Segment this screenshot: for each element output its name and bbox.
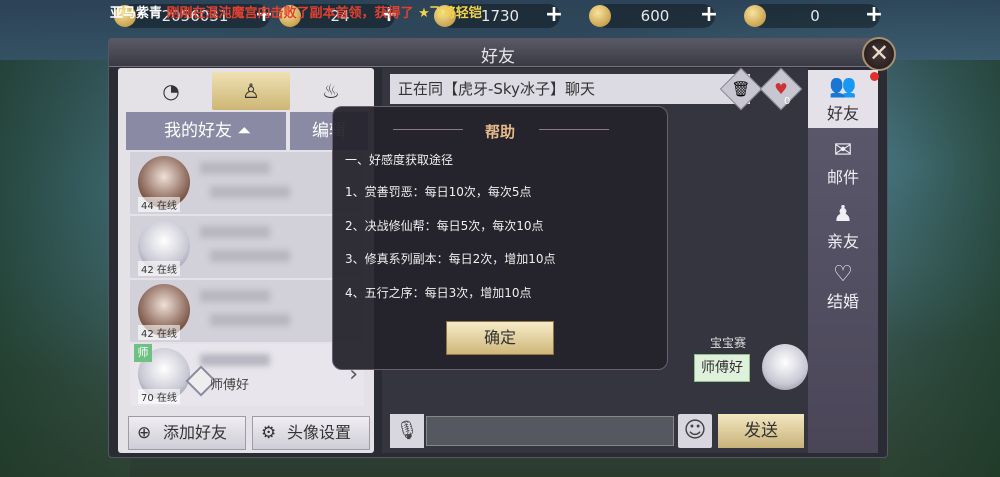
my-friends-dropdown[interactable]: 我的好友 ⏶	[126, 112, 286, 150]
chat-input[interactable]	[426, 416, 674, 446]
currency-4: 600 +	[589, 4, 718, 28]
gem-icon	[589, 5, 611, 27]
friend-level: 44 在线	[138, 197, 180, 212]
friend-signature	[210, 314, 290, 326]
friends-icon: 👥	[829, 74, 857, 99]
favor-button[interactable]: ♥	[759, 67, 803, 111]
list-item[interactable]: 44 在线	[130, 152, 364, 214]
left-actions: ⊕ 添加好友 ⚙ 头像设置	[128, 416, 370, 450]
help-line: 3、修真系列副本：每日2次，增加10点	[345, 252, 556, 266]
sidebar-item-relatives[interactable]: ♟ 亲友	[808, 198, 878, 256]
system-ticker: 亚马紫青 刚刚在混沌魔宫内击败了副本首领，获得了 ★飞将轻铠	[110, 6, 482, 21]
sidebar-item-marriage[interactable]: ♡ 结婚	[808, 258, 878, 316]
add-person-icon: ⊕	[137, 423, 152, 443]
add-icon[interactable]: +	[699, 4, 719, 26]
help-line: 2、决战修仙帮：每日5次，每次10点	[345, 219, 544, 233]
message-bubble: 师傅好	[694, 354, 750, 382]
currency-5: 0 +	[744, 4, 883, 28]
avatar[interactable]	[762, 344, 808, 390]
help-heading: 一、好感度获取途径	[345, 153, 454, 167]
friend-level: 42 在线	[138, 325, 180, 340]
list-item[interactable]: 42 在线	[130, 280, 364, 342]
chat-header: 正在同【虎牙-Sky冰子】聊天	[390, 74, 750, 104]
tab-groups[interactable]: ♨	[292, 72, 370, 110]
help-dialog: 帮助 一、好感度获取途径 1、赏善罚恶：每日10次，每次5点 2、决战修仙帮：每…	[332, 106, 668, 370]
recent-contact-icon: ◔	[162, 79, 180, 103]
gold-ingot-icon	[744, 5, 766, 27]
tab-friends[interactable]: ♙	[212, 72, 290, 110]
add-icon[interactable]: +	[864, 4, 884, 26]
friend-name	[200, 354, 270, 366]
mentor-tag: 师	[134, 344, 152, 362]
sidebar-item-friends[interactable]: 👥 好友	[808, 70, 879, 128]
dialog-title: 帮助	[484, 123, 515, 141]
send-button[interactable]: 发送	[718, 414, 804, 448]
ornament-right	[539, 129, 609, 130]
heart-icon: ♥	[774, 80, 788, 98]
relation-label: 师傅好	[210, 378, 250, 393]
add-icon[interactable]: +	[544, 4, 564, 26]
trash-icon: 🗑	[731, 80, 751, 98]
relatives-icon: ♟	[833, 202, 853, 227]
right-sidebar: 👥 好友 ✉ 邮件 ♟ 亲友 ♡ 结婚	[808, 70, 879, 453]
tree-right	[880, 60, 1000, 477]
add-friend-button[interactable]: ⊕ 添加好友	[128, 416, 246, 450]
tab-recent[interactable]: ◔	[132, 72, 210, 110]
left-tabs: ◔ ♙ ♨	[126, 72, 368, 110]
person-icon: ♙	[242, 79, 260, 103]
list-item[interactable]: 42 在线	[130, 216, 364, 278]
double-heart-icon: ♡	[833, 262, 853, 287]
sidebar-item-mail[interactable]: ✉ 邮件	[808, 134, 878, 192]
close-button[interactable]: ✕	[862, 37, 896, 71]
mail-icon: ✉	[833, 138, 853, 163]
window-header: 好友	[109, 39, 887, 67]
notification-dot	[870, 72, 879, 81]
avatar-settings-button[interactable]: ⚙ 头像设置	[252, 416, 370, 450]
friend-list: 44 在线 42 在线 42 在线 师 70 在线 师傅好 ›	[130, 152, 364, 410]
friend-name	[200, 162, 270, 174]
friend-name	[200, 290, 270, 302]
gear-icon: ⚙	[261, 423, 277, 443]
friend-signature	[210, 250, 290, 262]
message-sender: 宝宝赛	[710, 336, 747, 350]
help-line: 4、五行之序：每日3次，增加10点	[345, 286, 532, 300]
friend-level: 42 在线	[138, 261, 180, 276]
confirm-button[interactable]: 确定	[446, 321, 554, 355]
window-title: 好友	[481, 47, 515, 67]
friend-signature	[210, 186, 290, 198]
friend-name	[200, 226, 270, 238]
friend-level: 70 在线	[138, 389, 180, 404]
group-icon: ♨	[322, 79, 340, 103]
emoji-icon[interactable]: ☺	[678, 414, 712, 448]
microphone-icon[interactable]: 🎙	[390, 414, 424, 448]
heart-count: 0	[784, 96, 791, 107]
list-item[interactable]: 师 70 在线 师傅好 ›	[130, 344, 364, 406]
help-line: 1、赏善罚恶：每日10次，每次5点	[345, 185, 532, 199]
